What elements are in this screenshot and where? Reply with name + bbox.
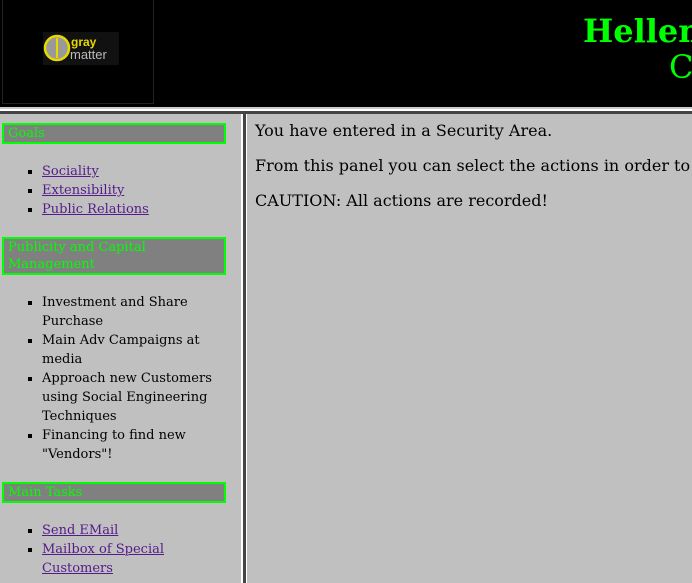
goals-list: Sociality Extensibility Public Relations	[0, 162, 217, 219]
link-public-relations[interactable]: Public Relations	[42, 202, 149, 217]
list-item: Extensibility	[42, 181, 217, 200]
page-subtitle: C	[669, 48, 692, 86]
gray-matter-logo: gray matter	[43, 32, 119, 65]
list-item: Investment and Share Purchase	[42, 293, 217, 331]
list-item: Approach new Customers using Social Engi…	[42, 369, 217, 426]
sidebar-frame: Goals Sociality Extensibility Public Rel…	[0, 114, 241, 583]
section-publicity-header: Publicity and Capital Management	[2, 237, 226, 275]
logo-cell: gray matter	[2, 0, 154, 104]
frame-divider-horizontal[interactable]	[0, 107, 692, 114]
section-main-tasks-header: Main Tasks	[2, 482, 226, 503]
security-notice: You have entered in a Security Area.	[255, 121, 553, 140]
link-sociality[interactable]: Sociality	[42, 164, 99, 179]
svg-text:matter: matter	[70, 47, 108, 62]
list-item: Send EMail	[42, 521, 217, 540]
link-send-email[interactable]: Send EMail	[42, 523, 118, 538]
list-item: Public Relations	[42, 200, 217, 219]
link-mailbox-special-customers[interactable]: Mailbox of Special Customers	[42, 542, 164, 576]
page-title: Hellen	[583, 12, 692, 50]
header-frame: gray matter Hellen C	[0, 0, 692, 107]
main-frame: You have entered in a Security Area. Fro…	[247, 114, 692, 583]
main-tasks-list: Send EMail Mailbox of Special Customers	[0, 521, 217, 578]
section-goals-header: Goals	[2, 123, 226, 144]
caution-notice: CAUTION: All actions are recorded!	[255, 191, 548, 210]
list-item: Main Adv Campaigns at media	[42, 331, 217, 369]
link-extensibility[interactable]: Extensibility	[42, 183, 124, 198]
list-item: Mailbox of Special Customers	[42, 540, 217, 578]
publicity-list: Investment and Share Purchase Main Adv C…	[0, 293, 217, 464]
list-item: Financing to find new "Vendors"!	[42, 426, 217, 464]
panel-description: From this panel you can select the actio…	[255, 156, 692, 175]
list-item: Sociality	[42, 162, 217, 181]
